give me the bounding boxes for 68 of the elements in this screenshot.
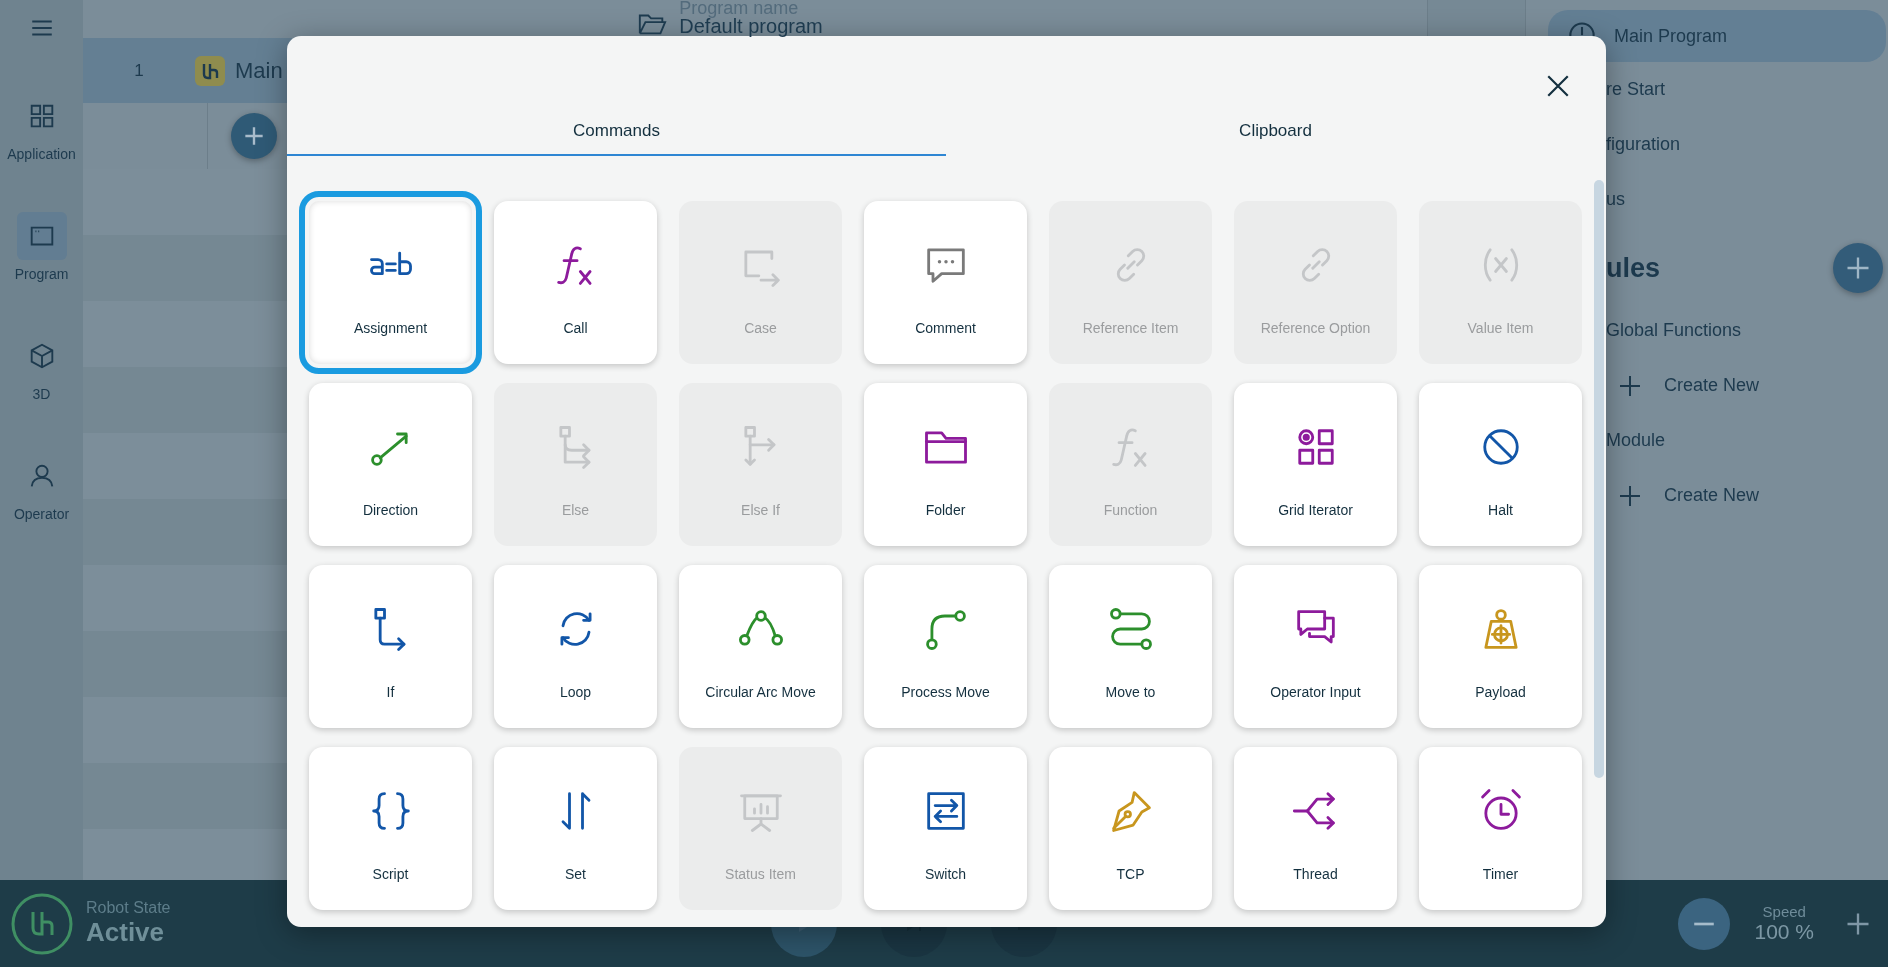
command-tile[interactable]: Timer bbox=[1419, 747, 1582, 910]
command-tile[interactable]: Direction bbox=[309, 383, 472, 546]
command-tile[interactable]: TCP bbox=[1049, 747, 1212, 910]
tab[interactable]: Commands bbox=[287, 108, 946, 156]
clock-icon bbox=[1568, 21, 1596, 37]
command-label: Else bbox=[561, 502, 590, 518]
program-tree-label: Main bbox=[235, 57, 283, 84]
add-button[interactable] bbox=[231, 113, 277, 159]
command-label: Process Move bbox=[901, 684, 990, 700]
command-label: Halt bbox=[1488, 502, 1513, 518]
minus-icon bbox=[1693, 921, 1716, 926]
command-label: Payload bbox=[1475, 684, 1526, 700]
command-tile[interactable]: Comment bbox=[864, 201, 1027, 364]
command-label: Set bbox=[565, 866, 586, 882]
command-label: Circular Arc Move bbox=[705, 684, 816, 700]
logo-icon bbox=[195, 55, 225, 86]
command-label: Folder bbox=[925, 502, 966, 518]
command-tile[interactable]: Process Move bbox=[864, 565, 1027, 728]
close-icon bbox=[1545, 73, 1571, 99]
command-label: Else If bbox=[741, 502, 780, 518]
command-tile[interactable]: Assignment bbox=[299, 191, 482, 374]
command-tile[interactable]: Set bbox=[494, 747, 657, 910]
command-label: Thread bbox=[1293, 866, 1338, 882]
add-button[interactable] bbox=[1833, 243, 1883, 293]
scrollbar[interactable] bbox=[1594, 180, 1604, 778]
line-number: 1 bbox=[133, 60, 145, 81]
command-label: Move to bbox=[1105, 684, 1156, 700]
command-label: Grid Iterator bbox=[1278, 502, 1353, 518]
command-label: Function bbox=[1103, 502, 1158, 518]
command-label: Case bbox=[744, 320, 777, 336]
plus-icon bbox=[1618, 483, 1642, 508]
command-label: Timer bbox=[1482, 866, 1519, 882]
command-label: Loop bbox=[559, 684, 592, 700]
command-label: If bbox=[386, 684, 395, 700]
command-tile[interactable]: Payload bbox=[1419, 565, 1582, 728]
section-title: ules bbox=[1606, 252, 1661, 284]
command-tile[interactable]: Move to bbox=[1049, 565, 1212, 728]
command-label: Assignment bbox=[353, 320, 428, 336]
command-label: Script bbox=[372, 866, 409, 882]
command-tile[interactable]: Switch bbox=[864, 747, 1027, 910]
group-label: Module bbox=[1605, 429, 1667, 452]
command-tile[interactable]: Loop bbox=[494, 565, 657, 728]
command-label: Reference Item bbox=[1082, 320, 1179, 336]
command-label: Value Item bbox=[1467, 320, 1534, 336]
command-label: Call bbox=[563, 320, 588, 336]
robot-logo-icon bbox=[10, 891, 74, 956]
command-tile[interactable]: If bbox=[309, 565, 472, 728]
command-label: Direction bbox=[362, 502, 419, 518]
command-tile[interactable]: Folder bbox=[864, 383, 1027, 546]
command-tile[interactable]: Call bbox=[494, 201, 657, 364]
command-label: Operator Input bbox=[1270, 684, 1361, 700]
command-label: Status Item bbox=[725, 866, 796, 882]
command-tile[interactable]: Halt bbox=[1419, 383, 1582, 546]
speed-label: Speed bbox=[1761, 903, 1807, 920]
program-name: Default program bbox=[679, 16, 823, 36]
command-tile[interactable]: Script bbox=[309, 747, 472, 910]
robot-state-label: Robot State bbox=[86, 899, 171, 917]
command-label: Comment bbox=[915, 320, 976, 336]
robot-state-value: Active bbox=[86, 917, 166, 948]
command-tile[interactable]: Grid Iterator bbox=[1234, 383, 1397, 546]
command-tile[interactable]: Thread bbox=[1234, 747, 1397, 910]
command-label: TCP bbox=[1116, 866, 1145, 882]
speed-value: 100 % bbox=[1754, 920, 1814, 944]
plus-icon bbox=[1618, 373, 1642, 398]
command-tile[interactable]: Operator Input bbox=[1234, 565, 1397, 728]
command-tile[interactable]: Circular Arc Move bbox=[679, 565, 842, 728]
command-label: Reference Option bbox=[1260, 320, 1371, 336]
command-label: Switch bbox=[924, 866, 967, 882]
